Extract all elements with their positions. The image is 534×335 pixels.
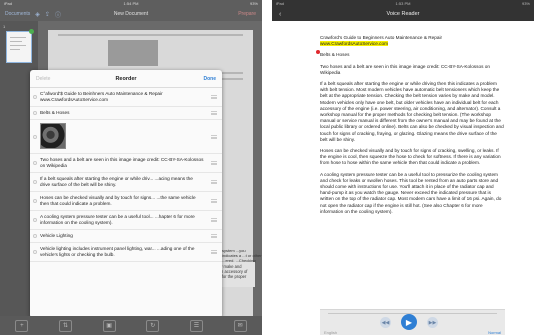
paragraph: Two hoses and a belt are seen in this im… bbox=[320, 63, 490, 75]
list-item-text: C°afword'$ Guide to Beinhners Auto Maint… bbox=[40, 91, 163, 102]
thumb-line bbox=[10, 49, 20, 50]
list-item-text: Vehicle lighting includes instrument pan… bbox=[40, 246, 195, 257]
select-radio-icon[interactable] bbox=[33, 180, 37, 184]
back-chevron-icon[interactable]: ‹ bbox=[279, 11, 281, 18]
crop-icon[interactable]: ▣ bbox=[102, 319, 116, 332]
select-radio-icon[interactable] bbox=[33, 250, 37, 254]
status-time: 1:54 PM bbox=[123, 1, 139, 6]
reader-content: Crawford's Guide to Beginners Auto Maint… bbox=[272, 21, 534, 335]
bottom-toolbar: + ⇅ ▣ ↻ ☰ ✉ bbox=[0, 316, 262, 335]
rotate-icon[interactable]: ↻ bbox=[146, 319, 160, 332]
status-time: 1:53 PM bbox=[395, 1, 411, 6]
done-button[interactable]: Done bbox=[204, 76, 217, 82]
reorder-dialog-header: Delete Reorder Done bbox=[30, 70, 222, 88]
comment-icon[interactable]: ✉ bbox=[233, 319, 247, 332]
carrier-label: iPad bbox=[276, 1, 285, 6]
add-icon[interactable]: + bbox=[15, 319, 29, 332]
select-radio-icon[interactable] bbox=[33, 218, 37, 222]
select-radio-icon[interactable] bbox=[33, 161, 37, 165]
list-item-text: Belts & Hoses bbox=[40, 110, 70, 115]
paragraph: A cooling system pressure tester can be … bbox=[320, 171, 502, 214]
drag-handle-icon[interactable] bbox=[211, 199, 217, 203]
voice-reader-title: Voice Reader bbox=[386, 11, 420, 17]
fast-forward-icon[interactable]: ▶▶ bbox=[427, 317, 438, 328]
checkmark-icon bbox=[29, 29, 34, 34]
left-ipad-screen: iPad 1:54 PM 93% Documents ◈ ⇪ ⓘ New Doc… bbox=[0, 0, 262, 335]
thumb-line bbox=[10, 41, 22, 42]
reorder-list: C°afword'$ Guide to Beinhners Auto Maint… bbox=[30, 88, 222, 262]
list-item[interactable]: A cooling system pressure tester can be … bbox=[30, 211, 222, 230]
select-radio-icon[interactable] bbox=[33, 234, 37, 238]
paragraph: If a belt squeals after starting the eng… bbox=[320, 81, 504, 142]
select-radio-icon[interactable] bbox=[33, 111, 37, 115]
drag-handle-icon[interactable] bbox=[211, 180, 217, 184]
navigation-bar: ‹ Voice Reader bbox=[272, 7, 534, 21]
prepare-button[interactable]: Prepare bbox=[238, 11, 256, 17]
document-title: New Document bbox=[113, 11, 149, 17]
list-item[interactable]: Belts & Hoses bbox=[30, 107, 222, 120]
reader-text: Crawford's Guide to Beginners Auto Maint… bbox=[320, 35, 505, 220]
drag-handle-icon[interactable] bbox=[211, 111, 217, 115]
drag-handle-icon[interactable] bbox=[211, 134, 217, 139]
paragraph: Hoses can be checked visually and by tou… bbox=[320, 148, 501, 166]
page-number: 1 bbox=[3, 24, 6, 29]
navigation-bar: Documents ◈ ⇪ ⓘ New Document Prepare bbox=[0, 7, 262, 21]
paragraph: Belts & Hoses bbox=[320, 52, 350, 58]
list-item-text: A cooling system pressure tester can be … bbox=[40, 214, 195, 225]
audio-player: ◀◀ ▶ ▶▶ English Normal bbox=[320, 309, 505, 335]
list-item[interactable]: Two hoses and a belt are seen in this im… bbox=[30, 154, 222, 173]
list-item[interactable]: Vehicle Lighting bbox=[30, 230, 222, 243]
battery-level: 93% bbox=[521, 1, 530, 6]
thumb-line bbox=[10, 45, 26, 46]
text-icon[interactable]: ☰ bbox=[189, 319, 203, 332]
status-bar: iPad 1:54 PM 93% bbox=[0, 0, 262, 7]
select-radio-icon[interactable] bbox=[33, 95, 37, 99]
page-thumbnail[interactable]: 1 bbox=[3, 24, 34, 63]
select-radio-icon[interactable] bbox=[33, 199, 37, 203]
rewind-icon[interactable]: ◀◀ bbox=[380, 317, 391, 328]
list-item-text: Hoses can be checked visually and by tou… bbox=[40, 195, 196, 206]
list-item-text: Two hoses and a belt are seen in this im… bbox=[40, 157, 204, 168]
carrier-label: iPad bbox=[4, 1, 13, 6]
list-item-text: Vehicle Lighting bbox=[40, 233, 73, 238]
paragraph: Crawford's Guide to Beginners Auto Maint… bbox=[320, 35, 505, 47]
drag-handle-icon[interactable] bbox=[211, 218, 217, 222]
highlighted-url: www.CrawfordsAutoService.com bbox=[320, 41, 388, 47]
list-item[interactable]: Hoses can be checked visually and by tou… bbox=[30, 192, 222, 211]
list-item-image[interactable] bbox=[30, 120, 222, 154]
list-item[interactable]: Vehicle lighting includes instrument pan… bbox=[30, 243, 222, 262]
drag-handle-icon[interactable] bbox=[211, 234, 217, 238]
right-ipad-screen: iPad 1:53 PM 93% ‹ Voice Reader Crawford… bbox=[272, 0, 534, 335]
drag-handle-icon[interactable] bbox=[211, 95, 217, 99]
select-radio-icon[interactable] bbox=[33, 134, 37, 139]
list-item[interactable]: If a belt squeals after starting the eng… bbox=[30, 173, 222, 192]
battery-level: 93% bbox=[249, 1, 258, 6]
drag-handle-icon[interactable] bbox=[211, 161, 217, 165]
document-heading: Crawford's Guide to Beginners Auto Maint… bbox=[320, 35, 443, 40]
reorder-title: Reorder bbox=[115, 75, 137, 82]
play-icon[interactable]: ▶ bbox=[401, 314, 417, 330]
list-item-text: If a belt squeals after starting the eng… bbox=[40, 176, 193, 187]
reorder-dialog: Delete Reorder Done C°afword'$ Guide to … bbox=[30, 70, 222, 318]
delete-button[interactable]: Delete bbox=[36, 76, 50, 82]
reorder-icon[interactable]: ⇅ bbox=[58, 319, 72, 332]
page-image bbox=[108, 40, 158, 66]
language-selector[interactable]: English bbox=[324, 330, 337, 335]
status-bar: iPad 1:53 PM 93% bbox=[272, 0, 534, 7]
page-text-line bbox=[58, 34, 243, 36]
speed-selector[interactable]: Normal bbox=[488, 330, 501, 335]
drag-handle-icon[interactable] bbox=[211, 250, 217, 254]
hoses-photo bbox=[40, 123, 66, 149]
thumb-line bbox=[10, 37, 26, 38]
list-item[interactable]: C°afword'$ Guide to Beinhners Auto Maint… bbox=[30, 88, 222, 107]
